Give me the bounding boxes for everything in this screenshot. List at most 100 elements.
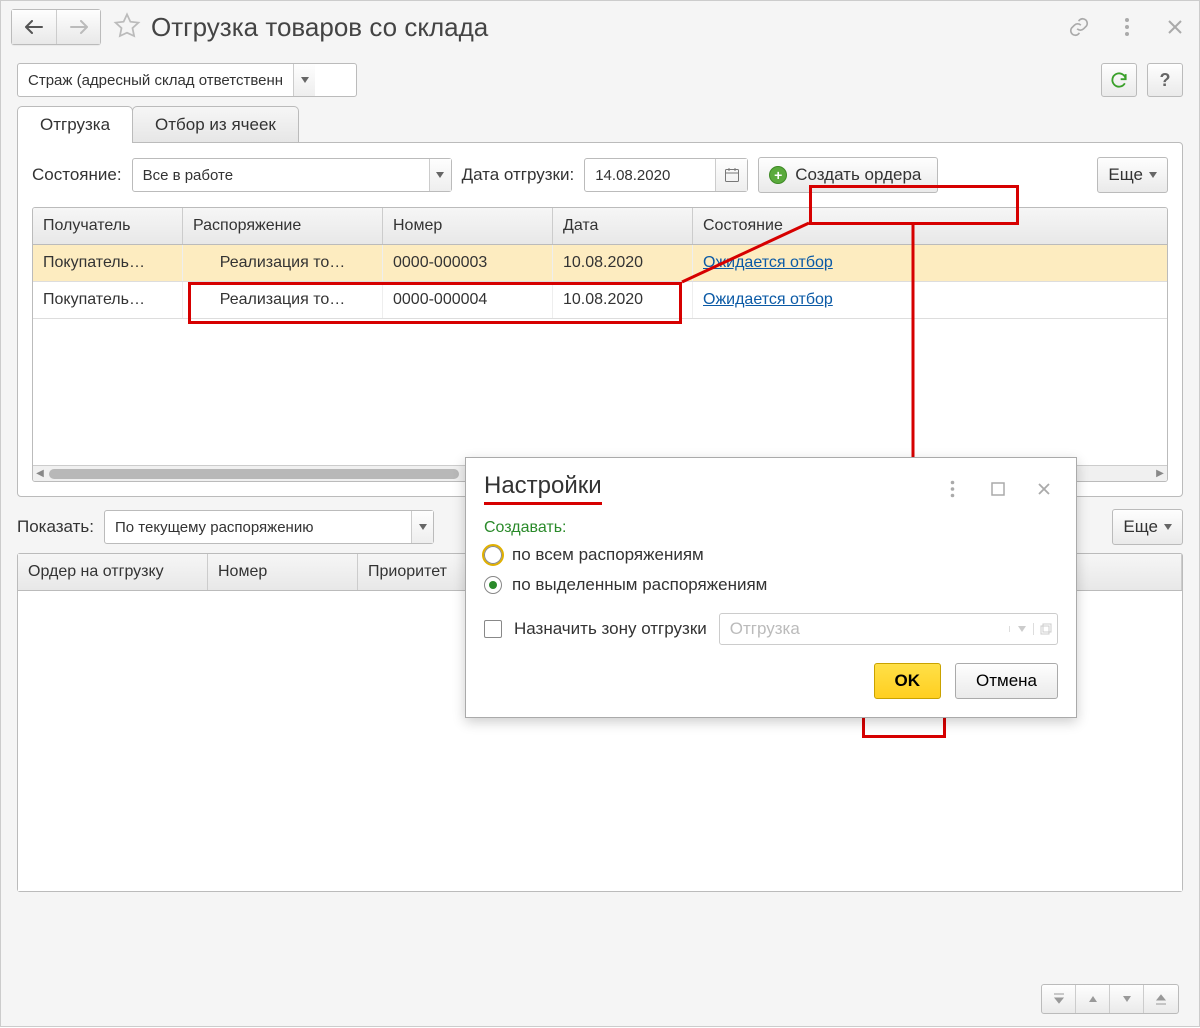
list-nav-buttons [1041, 984, 1179, 1014]
scroll-thumb[interactable] [49, 469, 459, 479]
status-dropdown[interactable]: Все в работе [132, 158, 452, 192]
scroll-left-icon[interactable]: ◀ [33, 468, 47, 479]
more-label: Еще [1108, 165, 1143, 185]
col-status[interactable]: Состояние [693, 208, 1167, 244]
cell-recipient: Покупатель… [33, 282, 183, 318]
status-link[interactable]: Ожидается отбор [703, 254, 833, 271]
chevron-down-icon [1149, 172, 1157, 178]
radio-all-orders[interactable]: по всем распоряжениям [484, 545, 1058, 565]
chevron-down-icon [1018, 626, 1026, 632]
create-group-label: Создавать: [484, 519, 1058, 537]
plus-circle-icon: + [769, 166, 787, 184]
status-label: Состояние: [32, 165, 122, 185]
radio-all-label: по всем распоряжениям [512, 545, 704, 565]
chevron-down-icon [436, 172, 444, 178]
zone-dropdown-btn [1009, 626, 1033, 632]
radio-selected-label: по выделенным распоряжениям [512, 575, 767, 595]
show-label: Показать: [17, 517, 94, 537]
more-label: Еще [1123, 517, 1158, 537]
history-nav [11, 9, 101, 45]
back-button[interactable] [12, 10, 56, 44]
refresh-button[interactable] [1101, 63, 1137, 97]
assign-zone-checkbox[interactable] [484, 620, 502, 638]
radio-icon[interactable] [484, 576, 502, 594]
col-date[interactable]: Дата [553, 208, 693, 244]
radio-icon[interactable] [484, 546, 502, 564]
show-dropdown-btn[interactable] [411, 511, 433, 543]
warehouse-dropdown-btn[interactable] [293, 64, 315, 96]
settings-dialog: Настройки Создавать: по всем распоряжени… [465, 457, 1077, 718]
link-icon[interactable] [1065, 13, 1093, 41]
status-link[interactable]: Ожидается отбор [703, 291, 833, 308]
create-orders-label: Создать ордера [795, 165, 921, 185]
col-number[interactable]: Номер [383, 208, 553, 244]
kebab-menu-icon[interactable] [1113, 13, 1141, 41]
more-button-upper[interactable]: Еще [1097, 157, 1168, 193]
orders-table: Получатель Распоряжение Номер Дата Состо… [32, 207, 1168, 482]
dialog-kebab-icon[interactable] [938, 475, 966, 503]
open-icon [1040, 623, 1052, 635]
more-button-lower[interactable]: Еще [1112, 509, 1183, 545]
close-icon[interactable] [1161, 13, 1189, 41]
nav-down-button[interactable] [1110, 985, 1144, 1013]
help-button[interactable]: ? [1147, 63, 1183, 97]
bar-up-icon [1053, 993, 1065, 1005]
cell-status: Ожидается отбор [693, 245, 1167, 281]
date-label: Дата отгрузки: [462, 165, 575, 185]
tab-picking[interactable]: Отбор из ячеек [132, 106, 299, 143]
status-dropdown-btn[interactable] [429, 159, 451, 191]
zone-dropdown: Отгрузка [719, 613, 1058, 645]
create-orders-button[interactable]: + Создать ордера [758, 157, 938, 193]
assign-zone-label: Назначить зону отгрузки [514, 619, 707, 639]
favorite-star-icon[interactable] [113, 12, 143, 42]
zone-placeholder: Отгрузка [720, 619, 1009, 639]
assign-zone-row: Назначить зону отгрузки Отгрузка [484, 613, 1058, 645]
forward-button[interactable] [56, 10, 100, 44]
tab-content: Состояние: Все в работе Дата отгрузки: 1… [17, 142, 1183, 497]
table-row[interactable]: Покупатель… Реализация то… 0000-000004 1… [33, 282, 1167, 319]
nav-up-button[interactable] [1076, 985, 1110, 1013]
chevron-down-icon [301, 77, 309, 83]
cancel-button[interactable]: Отмена [955, 663, 1058, 699]
dialog-close-icon[interactable] [1030, 475, 1058, 503]
bar-down-icon [1155, 993, 1167, 1005]
scroll-right-icon[interactable]: ▶ [1153, 468, 1167, 479]
tab-shipment[interactable]: Отгрузка [17, 106, 133, 143]
calendar-icon [724, 167, 740, 183]
page-title: Отгрузка товаров со склада [151, 12, 488, 43]
filter-row: Состояние: Все в работе Дата отгрузки: 1… [32, 157, 1168, 193]
cell-recipient: Покупатель… [33, 245, 183, 281]
show-dropdown[interactable]: По текущему распоряжению [104, 510, 434, 544]
warehouse-toolbar: Страж (адресный склад ответственн ? [1, 53, 1199, 105]
dialog-titlebar: Настройки [466, 458, 1076, 511]
cell-status: Ожидается отбор [693, 282, 1167, 318]
dialog-maximize-icon[interactable] [984, 475, 1012, 503]
ok-button[interactable]: OK [874, 663, 942, 699]
dialog-footer: OK Отмена [466, 663, 1076, 717]
table-row[interactable]: Покупатель… Реализация то… 0000-000003 1… [33, 245, 1167, 282]
show-value: По текущему распоряжению [105, 519, 411, 536]
zone-open-btn [1033, 623, 1057, 635]
triangle-up-icon [1088, 994, 1098, 1004]
titlebar: Отгрузка товаров со склада [1, 1, 1199, 53]
ship-date-field[interactable]: 14.08.2020 [584, 158, 748, 192]
main-tabs: Отгрузка Отбор из ячеек [1, 105, 1199, 142]
warehouse-value: Страж (адресный склад ответственн [18, 72, 293, 89]
radio-selected-orders[interactable]: по выделенным распоряжениям [484, 575, 1058, 595]
nav-first-button[interactable] [1042, 985, 1076, 1013]
cell-date: 10.08.2020 [553, 282, 693, 318]
orders-table-body: Покупатель… Реализация то… 0000-000003 1… [33, 245, 1167, 465]
calendar-button[interactable] [715, 159, 747, 191]
col2-order[interactable]: Ордер на отгрузку [18, 554, 208, 590]
col2-number[interactable]: Номер [208, 554, 358, 590]
chevron-down-icon [419, 524, 427, 530]
warehouse-dropdown[interactable]: Страж (адресный склад ответственн [17, 63, 357, 97]
cell-date: 10.08.2020 [553, 245, 693, 281]
nav-last-button[interactable] [1144, 985, 1178, 1013]
cell-order: Реализация то… [183, 282, 383, 318]
cell-number: 0000-000004 [383, 282, 553, 318]
col-order[interactable]: Распоряжение [183, 208, 383, 244]
arrow-left-icon [24, 20, 44, 34]
ship-date-value: 14.08.2020 [585, 159, 715, 191]
col-recipient[interactable]: Получатель [33, 208, 183, 244]
